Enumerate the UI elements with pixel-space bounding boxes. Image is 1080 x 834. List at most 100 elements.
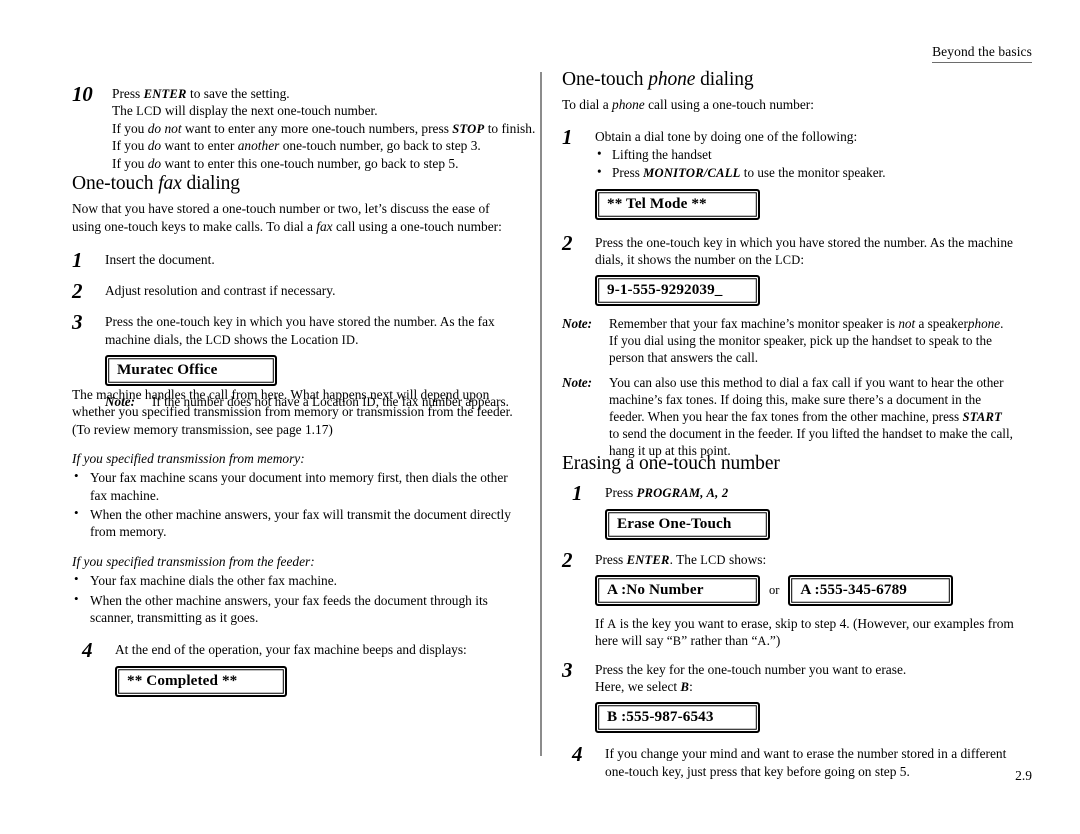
step-4-erase: 4 If you change your mind and want to er… [572,742,1014,780]
key-monitor-call: MONITOR/CALL [643,166,741,181]
step-number: 2 [562,547,573,572]
dial-tone-options: Lifting the handset Press MONITOR/CALL t… [595,145,1014,182]
step-number: 3 [562,657,573,682]
erase-section: Erasing a one-touch number 1 Press PROGR… [562,452,1014,780]
step-body: Adjust resolution and contrast if necess… [105,282,336,298]
step-4-fax: 4 At the end of the operation, your fax … [82,638,520,697]
note-label: Note: [562,374,593,390]
lcd-display-a-number: A :555-345-6789 [788,574,954,606]
step-number: 1 [562,124,573,149]
feeder-bullet-list: Your fax machine dials the other fax mac… [72,571,520,627]
running-header: Beyond the basics [932,44,1032,63]
step-2-fax: 2 Adjust resolution and contrast if nece… [72,279,520,303]
step-2-erase: 2 Press ENTER. The LCD shows: A :No Numb… [562,548,1014,650]
or-label: or [769,583,780,598]
list-item: Your fax machine dials the other fax mac… [72,571,520,589]
lcd-display-b-number: B :555-987-6543 [595,702,760,734]
step-3-erase: 3 Press the key for the one-touch number… [562,658,1014,734]
lcd-display-wrap: Erase One-Touch [605,508,1014,540]
step-body: If you change your mind and want to eras… [605,746,1007,779]
list-item: When the other machine answers, your fax… [72,505,520,541]
step-3-text: Press the one-touch key in which you hav… [105,314,495,347]
phone-dialing-section: One-touch phone dialing To dial a phone … [562,68,1014,460]
step-number: 2 [562,230,573,255]
step-2-text: Press the one-touch key in which you hav… [595,234,1013,267]
lcd-label: LCD [700,552,726,567]
lcd-display-wrap: Muratec Office [105,354,520,386]
step-10-line-4: If you do want to enter another one-touc… [112,138,481,154]
manual-page: Beyond the basics 10 Press ENTER to save… [0,0,1080,834]
step-10-line-1: Press ENTER to save the setting. [112,86,290,101]
fax-dialing-section: One-touch fax dialing Now that you have … [72,172,520,410]
lcd-display-wrap: 9-1-555-9292039_ [595,275,1014,307]
list-item: When the other machine answers, your fax… [72,591,520,627]
step-10-line-2: The LCD will display the next one-touch … [112,103,378,119]
step-10: 10 Press ENTER to save the setting. The … [72,82,560,172]
lcd-label: LCD [136,104,162,119]
step-10-line-3: If you do not want to enter any more one… [112,120,536,136]
list-item: Press MONITOR/CALL to use the monitor sp… [595,163,1014,181]
step-number: 1 [572,481,583,506]
explainer-line-3: (To review memory transmission, see page… [72,421,333,437]
lcd-label: LCD [205,332,231,347]
step-number: 4 [572,742,583,767]
step-body: At the end of the operation, your fax ma… [115,641,520,697]
step-number: 4 [82,638,93,663]
step-1-phone: 1 Obtain a dial tone by doing one of the… [562,125,1014,220]
lcd-display-wrap: ** Completed ** [115,665,520,697]
step-body: Press ENTER to save the setting. The LCD… [112,85,560,172]
step-number: 2 [72,278,83,303]
key-stop: STOP [452,121,485,136]
step-1-text: Press PROGRAM, A, 2 [605,485,729,501]
step-1-erase: 1 Press PROGRAM, A, 2 Erase One-Touch [572,481,1014,540]
subhead-memory: If you specified transmission from memor… [72,450,305,466]
key-b-label: B [680,680,690,694]
step-body: Press the one-touch key in which you hav… [595,234,1014,307]
step-body: Insert the document. [105,252,215,268]
column-divider [540,72,542,756]
list-item: Your fax machine scans your document int… [72,468,520,504]
lcd-display-wrap: B :555-987-6543 [595,702,1014,734]
lcd-display-row: A :No Number or A :555-345-6789 [595,574,1014,606]
key-program-a-2: PROGRAM, A, 2 [636,486,729,501]
explainer-line-1: The machine handles the call from here. … [72,387,490,402]
section-heading-fax: One-touch fax dialing [72,173,240,194]
step-number: 10 [72,82,93,106]
step-2-after-text: If A is the key you want to erase, skip … [595,615,1014,649]
lcd-display-erase-one-touch: Erase One-Touch [605,508,770,540]
section-heading-erase: Erasing a one-touch number [562,453,780,474]
section-heading-phone: One-touch phone dialing [562,69,754,90]
memory-bullet-list: Your fax machine scans your document int… [72,468,520,541]
step-2-text: Press ENTER. The LCD shows: [595,551,767,567]
step-number: 1 [72,248,83,273]
lcd-display-wrap: ** Tel Mode ** [595,188,1014,220]
step-1-text: Obtain a dial tone by doing one of the f… [595,128,858,144]
page-number: 2.9 [1015,768,1032,783]
lcd-display-tel-mode: ** Tel Mode ** [595,188,760,220]
step-body: Obtain a dial tone by doing one of the f… [595,128,1014,220]
step-10-line-5: If you do want to enter this one-touch n… [112,155,459,171]
note-monitor-speaker: Note: Remember that your fax machine’s m… [562,316,1004,366]
lcd-display-dialed-number: 9-1-555-9292039_ [595,275,760,307]
subhead-feeder: If you specified transmission from the f… [72,553,315,569]
key-enter: ENTER [143,87,187,101]
key-b-label: B [672,634,682,649]
list-item: Lifting the handset [595,145,1014,163]
step-body: Press ENTER. The LCD shows: A :No Number… [595,551,1014,650]
fax-intro-paragraph: Now that you have stored a one-touch num… [72,201,502,234]
transmission-explainer: The machine handles the call from here. … [72,386,520,699]
step-2-phone: 2 Press the one-touch key in which you h… [562,231,1014,307]
note-label: Note: [562,316,593,332]
step-1-fax: 1 Insert the document. [72,248,520,272]
step-body: Press PROGRAM, A, 2 Erase One-Touch [605,484,1014,540]
lcd-display-a-no-number: A :No Number [595,574,760,606]
id-label: ID [341,332,356,347]
step-4-text: At the end of the operation, your fax ma… [115,642,467,658]
explainer-line-2: whether you specified transmission from … [72,404,513,420]
note-fax-tones: Note: You can also use this method to di… [562,374,1013,459]
lcd-label: LCD [775,252,801,267]
key-start: START [962,409,1002,424]
phone-intro-paragraph: To dial a phone call using a one-touch n… [562,97,814,113]
lcd-display-completed: ** Completed ** [115,665,287,697]
step-3-line-1: Press the key for the one-touch number y… [595,661,907,677]
